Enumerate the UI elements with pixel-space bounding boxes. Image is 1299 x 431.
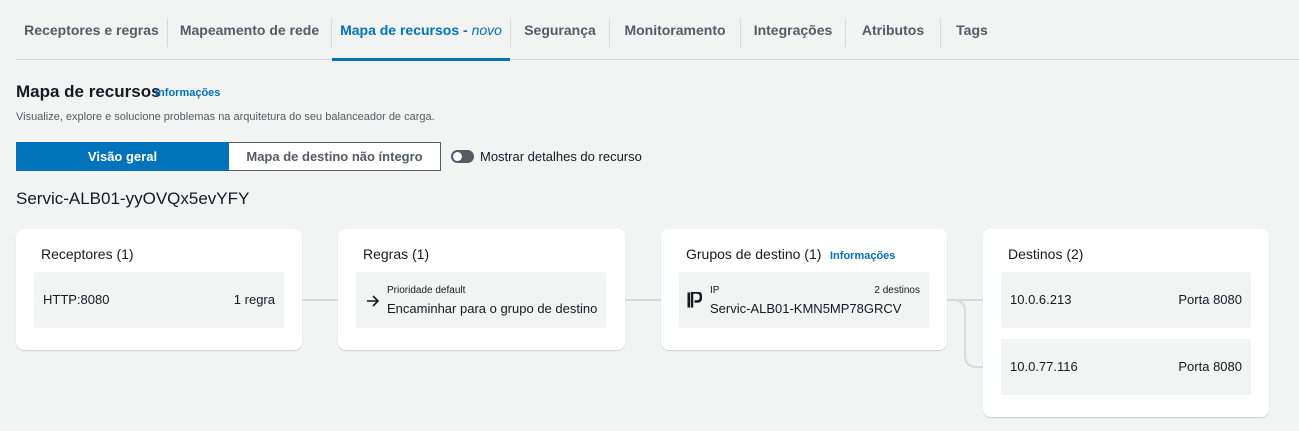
target-groups-info-link[interactable]: Informações	[830, 250, 895, 262]
resource-details-toggle[interactable]	[451, 150, 474, 163]
view-segmented-control: Visão geral Mapa de destino não íntegro	[16, 142, 441, 171]
target-groups-card: Grupos de destino (1) Informações IP 2 d…	[661, 229, 947, 350]
tab-label: Monitoramento	[624, 22, 726, 38]
tab-label: Integrações	[753, 22, 833, 38]
targets-card-title: Destinos (2)	[1008, 246, 1084, 262]
page-description: Visualize, explore e solucione problemas…	[16, 111, 435, 123]
tab-label: Segurança	[524, 22, 596, 38]
target-ip: 10.0.6.213	[1010, 292, 1072, 307]
tab-bar: Receptores e regras Mapeamento de rede M…	[16, 0, 1299, 61]
tab-label: Mapa de recursos -	[340, 22, 472, 38]
arrow-right-icon	[367, 295, 380, 307]
targets-card: Destinos (2) 10.0.6.213 Porta 8080 10.0.…	[983, 229, 1269, 417]
tab-label: Tags	[956, 22, 988, 38]
target-type: IP	[710, 285, 720, 296]
ip-target-type-icon	[687, 292, 702, 308]
tab-label: Mapeamento de rede	[179, 22, 320, 38]
rule-priority: Prioridade default	[387, 285, 466, 296]
listener-protocol-port: HTTP:8080	[43, 292, 110, 307]
rule-action: Encaminhar para o grupo de destino	[387, 301, 598, 316]
tab-attributes[interactable]: Atributos	[846, 0, 940, 60]
listener-rule-count: 1 regra	[233, 292, 275, 307]
tab-resource-map[interactable]: Mapa de recursos - novo	[332, 0, 510, 61]
rules-card: Regras (1) Prioridade default Encaminhar…	[338, 229, 625, 350]
info-link[interactable]: Informações	[155, 87, 220, 99]
resource-details-toggle-label: Mostrar detalhes do recurso	[480, 149, 642, 164]
target-item[interactable]: 10.0.77.116 Porta 8080	[1001, 339, 1251, 395]
tab-listeners-rules[interactable]: Receptores e regras	[16, 0, 167, 60]
tab-tags[interactable]: Tags	[941, 0, 1003, 60]
rule-item[interactable]: Prioridade default Encaminhar para o gru…	[356, 272, 606, 328]
tab-new-badge: novo	[471, 22, 502, 38]
target-port: Porta 8080	[1178, 359, 1242, 374]
page-title: Mapa de recursos	[16, 82, 161, 101]
listeners-card: Receptores (1) HTTP:8080 1 regra	[16, 229, 302, 350]
tab-label: Atributos	[861, 22, 925, 38]
listeners-card-title: Receptores (1)	[41, 246, 134, 262]
listener-item[interactable]: HTTP:8080 1 regra	[34, 272, 284, 328]
rules-card-title: Regras (1)	[363, 246, 430, 262]
target-ip: 10.0.77.116	[1010, 359, 1078, 374]
target-port: Porta 8080	[1178, 292, 1242, 307]
unhealthy-target-map-segment-button[interactable]: Mapa de destino não íntegro	[229, 142, 441, 171]
target-group-name: Servic-ALB01-KMN5MP78GRCV	[710, 301, 902, 316]
tab-network-mapping[interactable]: Mapeamento de rede	[168, 0, 331, 60]
overview-segment-button[interactable]: Visão geral	[16, 142, 229, 171]
tab-security[interactable]: Segurança	[511, 0, 609, 60]
target-count: 2 destinos	[874, 285, 920, 296]
tab-monitoring[interactable]: Monitoramento	[610, 0, 740, 60]
target-item[interactable]: 10.0.6.213 Porta 8080	[1001, 272, 1251, 328]
tab-label: Receptores e regras	[24, 22, 159, 38]
target-groups-card-title: Grupos de destino (1)	[686, 246, 822, 262]
tab-integrations[interactable]: Integrações	[741, 0, 845, 60]
load-balancer-name: Servic-ALB01-yyOVQx5evYFY	[16, 189, 250, 208]
target-group-item[interactable]: IP 2 destinos Servic-ALB01-KMN5MP78GRCV	[679, 272, 929, 328]
